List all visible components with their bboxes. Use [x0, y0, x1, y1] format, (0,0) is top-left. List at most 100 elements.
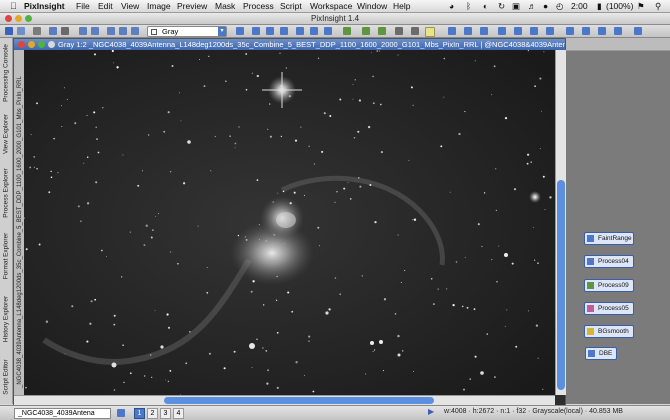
image-close-icon[interactable]: [18, 41, 25, 48]
fit-view-icon[interactable]: [131, 27, 139, 35]
menu-mask[interactable]: Mask: [215, 1, 235, 11]
open-icon[interactable]: [17, 27, 25, 35]
save-icon[interactable]: [33, 27, 41, 35]
layout-1-icon[interactable]: [566, 27, 574, 35]
minimize-icon[interactable]: [15, 15, 22, 22]
process-icon-bgsmooth[interactable]: BGsmooth: [584, 325, 634, 338]
current-view-select[interactable]: _NGC4038_4039Antena: [14, 408, 111, 419]
stf-reset-icon[interactable]: [464, 27, 472, 35]
zoom-in-icon[interactable]: [107, 27, 115, 35]
flag-icon[interactable]: ⚑: [637, 1, 645, 12]
workspace-tab-4[interactable]: 4: [173, 408, 184, 419]
stf-auto-icon[interactable]: [448, 27, 456, 35]
tile-icon[interactable]: [634, 27, 642, 35]
tab-format-explorer[interactable]: Format Explorer: [1, 226, 11, 286]
tab-processing-console[interactable]: Processing Console: [1, 40, 11, 106]
mask-show-icon[interactable]: [395, 27, 403, 35]
explorer-icon[interactable]: [514, 27, 522, 35]
workspace-tab-3[interactable]: 3: [160, 408, 171, 419]
play-icon[interactable]: ▶: [428, 407, 434, 416]
new-image-icon[interactable]: [5, 27, 13, 35]
display-icon[interactable]: ▣: [512, 1, 520, 12]
menu-help[interactable]: Help: [393, 1, 410, 11]
bluetooth-icon[interactable]: ᛒ: [466, 1, 471, 11]
vertical-scroll-thumb[interactable]: [557, 180, 565, 390]
close-icon[interactable]: [5, 15, 12, 22]
timemachine-icon[interactable]: ◴: [556, 1, 563, 12]
clock[interactable]: 2:00: [571, 1, 588, 11]
menu-window[interactable]: Window: [357, 1, 387, 11]
readout-icon[interactable]: [310, 27, 318, 35]
battery-percent[interactable]: (100%): [606, 1, 633, 11]
tab-history-explorer[interactable]: History Explorer: [1, 288, 11, 350]
menu-preview[interactable]: Preview: [177, 1, 207, 11]
tab-script-editor[interactable]: Script Editor: [1, 352, 11, 402]
tab-view-explorer[interactable]: View Explorer: [1, 108, 11, 160]
zoom-icon[interactable]: [25, 15, 32, 22]
stf-link-icon[interactable]: [480, 27, 488, 35]
spotlight-icon[interactable]: ⚲: [655, 1, 661, 12]
zoom-out-icon[interactable]: [119, 27, 127, 35]
process-icon-dbe[interactable]: DBE: [585, 347, 617, 360]
faint-star: [312, 390, 315, 393]
workspace-tab-2[interactable]: 2: [147, 408, 158, 419]
mask-invert-icon[interactable]: [411, 27, 419, 35]
app-status-icon[interactable]: ◐: [483, 1, 488, 11]
vertical-scrollbar[interactable]: [555, 50, 566, 395]
wifi-icon[interactable]: ◕: [449, 1, 454, 11]
crosshair-icon[interactable]: [236, 27, 244, 35]
menu-process[interactable]: Process: [243, 1, 274, 11]
edit-preview-icon[interactable]: [343, 27, 351, 35]
apple-menu-icon[interactable]: : [10, 1, 17, 11]
image-id-tab[interactable]: _NGC4038_4039Antenna_L148deg1200ds_35c_C…: [14, 50, 24, 395]
sync-icon[interactable]: ↻: [498, 1, 505, 12]
horizontal-scroll-thumb[interactable]: [164, 397, 434, 404]
image-zoom-icon[interactable]: [38, 41, 45, 48]
workspace-tab-1[interactable]: 1: [134, 408, 145, 419]
save-as-icon[interactable]: [49, 27, 57, 35]
image-shade-icon[interactable]: [48, 41, 55, 48]
menu-view[interactable]: View: [121, 1, 139, 11]
close-image-icon[interactable]: [61, 27, 69, 35]
image-window-titlebar[interactable]: Gray 1:2 _NGC4038_4039Antenna_L148deg120…: [14, 39, 565, 50]
console-icon[interactable]: [498, 27, 506, 35]
volume-icon[interactable]: ♬: [528, 1, 537, 11]
undo-icon[interactable]: [79, 27, 87, 35]
redo-icon[interactable]: [91, 27, 99, 35]
menu-workspace[interactable]: Workspace: [310, 1, 352, 11]
preview-mode-icon[interactable]: [324, 27, 332, 35]
view-list-icon[interactable]: [117, 409, 125, 417]
display-channel-select[interactable]: Gray ▾: [147, 26, 227, 37]
image-canvas[interactable]: [24, 50, 555, 395]
faint-star: [372, 102, 375, 105]
layout-4-icon[interactable]: [614, 27, 622, 35]
faint-star: [455, 261, 458, 263]
faint-star: [376, 50, 378, 52]
screen-transfer-icon[interactable]: [425, 27, 435, 37]
fit-icon[interactable]: [296, 27, 304, 35]
new-preview-icon[interactable]: [362, 27, 370, 35]
faint-star: [526, 153, 530, 156]
menu-file[interactable]: File: [76, 1, 90, 11]
layout-3-icon[interactable]: [598, 27, 606, 35]
menu-edit[interactable]: Edit: [98, 1, 113, 11]
pan-icon[interactable]: [252, 27, 260, 35]
layout-2-icon[interactable]: [582, 27, 590, 35]
process-icon-faintrange[interactable]: FaintRange: [584, 232, 634, 245]
bluetooth-status-icon[interactable]: ●: [543, 1, 548, 11]
menu-image[interactable]: Image: [147, 1, 171, 11]
image-minimize-icon[interactable]: [28, 41, 35, 48]
zoom-tool-icon[interactable]: [266, 27, 274, 35]
zoom-window-icon[interactable]: [280, 27, 288, 35]
format-icon[interactable]: [546, 27, 554, 35]
process-icon-process09[interactable]: Process09: [584, 279, 634, 292]
app-menu[interactable]: PixInsight: [24, 1, 65, 11]
faint-star: [95, 126, 97, 128]
process-icon-process04[interactable]: Process04: [584, 255, 634, 268]
tab-process-explorer[interactable]: Process Explorer: [1, 162, 11, 224]
mask-icon[interactable]: [378, 27, 386, 35]
process-icon-process05[interactable]: Process05: [584, 302, 634, 315]
battery-icon[interactable]: ▮: [597, 1, 602, 12]
history-icon[interactable]: [530, 27, 538, 35]
menu-script[interactable]: Script: [280, 1, 302, 11]
